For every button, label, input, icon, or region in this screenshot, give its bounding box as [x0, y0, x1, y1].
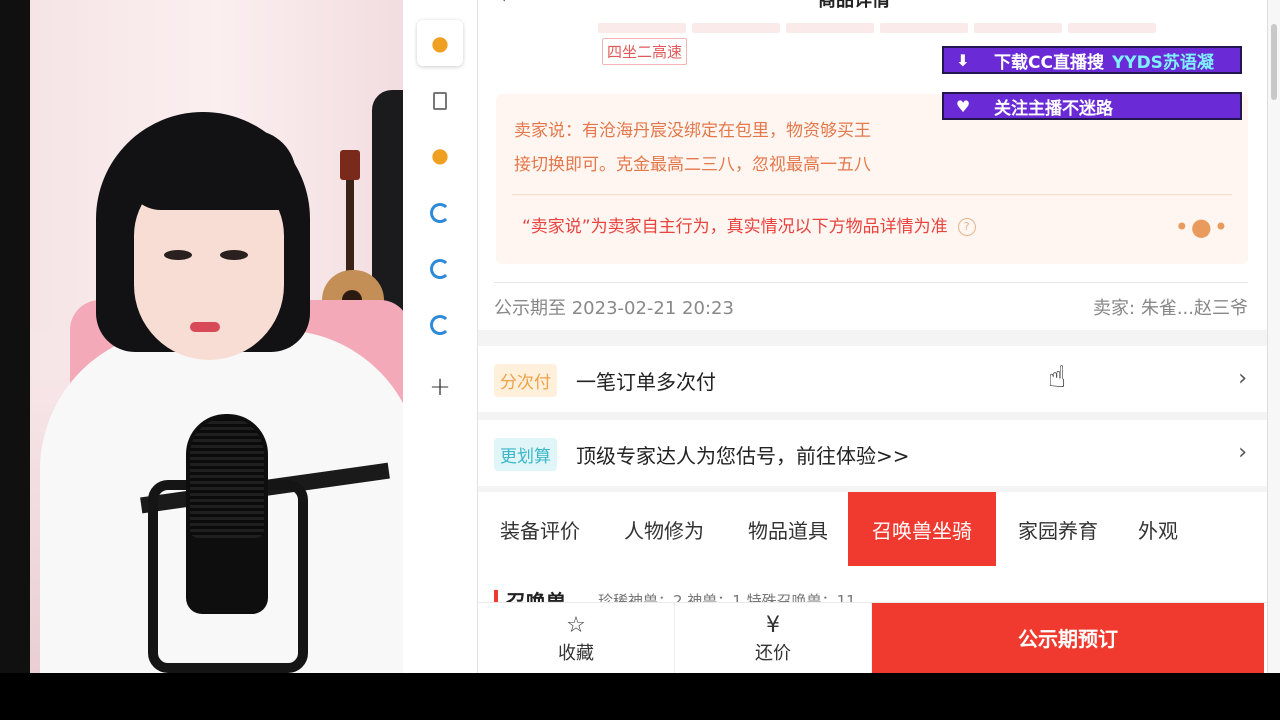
appraisal-badge: 更划算: [494, 438, 557, 471]
item-tag: 四坐二高速: [602, 38, 688, 65]
category-tabs: 装备评价 人物修为 物品道具 召唤兽坐骑 家园养育 外观: [478, 492, 1267, 569]
chevron-right-icon: ›: [1238, 366, 1247, 391]
chevron-right-icon: ›: [1238, 440, 1247, 465]
download-overlay-text: 下载CC直播搜: [994, 52, 1104, 73]
tab-equipment[interactable]: 装备评价: [490, 492, 590, 566]
cc-icon: [430, 315, 450, 335]
download-overlay-highlight: YYDS苏语凝: [1111, 52, 1214, 73]
scrollbar[interactable]: [1267, 0, 1280, 673]
back-icon[interactable]: ‹: [498, 0, 507, 9]
download-overlay: ⬇ 下载CC直播搜 YYDS苏语凝: [942, 46, 1242, 74]
appraisal-row[interactable]: 更划算 顶级专家达人为您估号，前往体验>> ›: [478, 420, 1267, 486]
reserve-button[interactable]: 公示期预订: [872, 603, 1264, 673]
tab-homestead[interactable]: 家园养育: [1008, 492, 1108, 566]
tab-chick-active[interactable]: ●: [417, 20, 463, 66]
seller-disclaimer-text: “卖家说”为卖家自主行为，真实情况以下方物品详情为准: [522, 217, 948, 237]
follow-overlay: ♥ 关注主播不迷路: [942, 92, 1242, 120]
new-tab-button[interactable]: +: [417, 364, 463, 410]
tab-cc-1[interactable]: [417, 190, 463, 236]
help-icon[interactable]: ?: [957, 218, 976, 236]
bargain-button[interactable]: ¥ 还价: [675, 603, 872, 673]
publicity-deadline: 公示期至 2023-02-21 20:23: [494, 298, 734, 319]
chick-icon: ●: [431, 31, 449, 55]
favorite-label: 收藏: [558, 643, 594, 664]
tab-document[interactable]: [417, 78, 463, 124]
tab-summons-mounts[interactable]: 召唤兽坐骑: [848, 492, 996, 566]
cc-icon: [430, 203, 450, 223]
tab-items[interactable]: 物品道具: [738, 492, 838, 566]
stream-frame: ● ● + ‹ 商品详情 四坐二高速 卖家说：有沧海丹宸没绑定在包里，物资够买王…: [0, 0, 1280, 673]
more-dots-icon[interactable]: •●•: [1175, 215, 1230, 239]
document-icon: [433, 92, 447, 110]
tab-cc-2[interactable]: [417, 246, 463, 292]
hand-cursor-icon: ☝: [1048, 360, 1067, 395]
yuan-icon: ¥: [766, 613, 780, 638]
tab-sidebar: ● ● +: [403, 0, 478, 673]
cc-icon: [430, 259, 450, 279]
plus-icon: +: [429, 372, 451, 402]
seller-disclaimer: “卖家说”为卖家自主行为，真实情况以下方物品详情为准?: [522, 212, 976, 237]
seller-name[interactable]: 卖家: 朱雀...赵三爷: [1093, 294, 1248, 320]
follow-overlay-text: 关注主播不迷路: [994, 98, 1113, 119]
installment-row[interactable]: 分次付 一笔订单多次付 ›: [478, 346, 1267, 412]
publicity-row: 公示期至 2023-02-21 20:23 卖家: 朱雀...赵三爷: [494, 294, 1248, 320]
bargain-label: 还价: [755, 643, 791, 664]
installment-text: 一笔订单多次付: [576, 370, 716, 394]
appraisal-text: 顶级专家达人为您估号，前往体验>>: [576, 444, 910, 468]
chick-icon: ●: [431, 143, 449, 167]
download-icon: ⬇: [956, 50, 970, 70]
seller-says-line-2: 接切换即可。克金最高二三八，忽视最高一五八: [514, 155, 871, 175]
heart-icon: ♥: [955, 96, 971, 116]
tab-cc-3[interactable]: [417, 302, 463, 348]
page-header: ‹ 商品详情: [478, 0, 1267, 11]
installment-badge: 分次付: [494, 364, 557, 397]
tab-appearance[interactable]: 外观: [1128, 492, 1188, 566]
star-icon: ☆: [566, 613, 586, 638]
seller-says-text: 卖家说：有沧海丹宸没绑定在包里，物资够买王 接切换即可。克金最高二三八，忽视最高…: [514, 114, 1234, 182]
bottom-action-bar: ☆ 收藏 ¥ 还价 公示期预订: [478, 602, 1267, 673]
tab-chick[interactable]: ●: [417, 132, 463, 178]
tab-cultivation[interactable]: 人物修为: [614, 492, 714, 566]
favorite-button[interactable]: ☆ 收藏: [478, 603, 675, 673]
webcam-feed: [30, 0, 403, 673]
